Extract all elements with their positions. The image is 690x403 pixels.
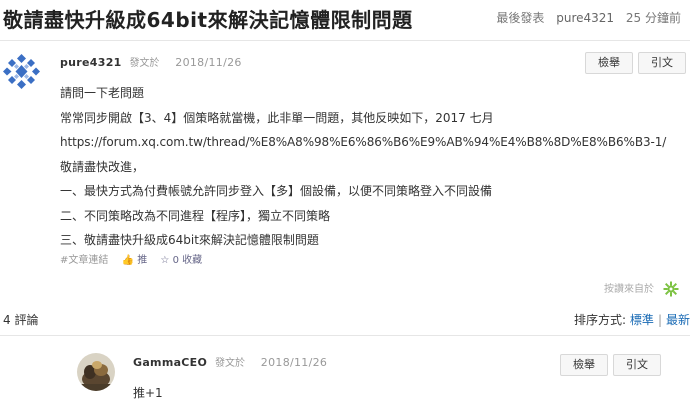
quote-button[interactable]: 引文	[613, 354, 661, 376]
comment-username[interactable]: GammaCEO	[133, 356, 207, 369]
likes-from: 按讚來自於	[604, 280, 679, 297]
post-line: 三、敬請盡快升級成64bit來解決記憶體限制問題	[60, 233, 319, 247]
post-line: 請問一下老問題	[60, 86, 145, 100]
report-button[interactable]: 檢舉	[560, 354, 608, 376]
last-post-user[interactable]: pure4321	[556, 11, 614, 25]
sort-label: 排序方式:	[574, 313, 627, 327]
permalink[interactable]: #文章連結	[60, 255, 108, 266]
post-username[interactable]: pure4321	[60, 56, 122, 69]
sort-standard[interactable]: 標準	[630, 313, 654, 327]
push-button[interactable]: 👍 推	[122, 255, 151, 266]
post-link[interactable]: https://forum.xq.com.tw/thread/%E8%A8%98…	[60, 130, 666, 155]
thread-title: 敬請盡快升級成64bit來解決記憶體限制問題	[3, 8, 413, 32]
last-post-label: 最後發表	[496, 11, 545, 25]
last-post-time: 25 分鐘前	[625, 11, 681, 25]
gear-icon[interactable]	[663, 281, 679, 297]
post-author-line: pure4321 發文於 2018/11/26	[60, 54, 242, 69]
last-post-info: 最後發表 pure4321 25 分鐘前	[488, 9, 681, 26]
comment-author-line: GammaCEO 發文於 2018/11/26	[133, 354, 327, 369]
avatar[interactable]	[77, 353, 115, 391]
posted-at-label: 發文於	[129, 58, 160, 69]
posted-at-label: 發文於	[214, 358, 245, 369]
report-button[interactable]: 檢舉	[585, 52, 633, 74]
comment: GammaCEO 發文於 2018/11/26 檢舉 引文 推+1	[0, 336, 690, 403]
comment-bar: 4 評論 排序方式: 標準 | 最新	[0, 307, 690, 333]
push-label: 推	[137, 255, 148, 266]
post-line: 敬請盡快改進，	[60, 159, 145, 174]
comment-text: 推+1	[133, 386, 163, 400]
sort-latest[interactable]: 最新	[666, 313, 690, 327]
post-line: 二、不同策略改為不同進程【程序】，獨立不同策略	[60, 208, 331, 223]
thumbs-up-icon: 👍	[121, 255, 135, 266]
post-line: 常常同步開啟【3、4】個策略就當機，此非單一問題，其他反映如下，2017 七月	[60, 110, 494, 125]
divider	[0, 40, 690, 41]
thread-header: 敬請盡快升級成64bit來解決記憶體限制問題 最後發表 pure4321 25 …	[0, 0, 690, 38]
post-date: 2018/11/26	[175, 56, 242, 69]
comment-date: 2018/11/26	[260, 356, 328, 369]
avatar[interactable]	[3, 53, 40, 90]
sort-options: 排序方式: 標準 | 最新	[574, 311, 690, 328]
star-icon: ☆	[160, 255, 170, 266]
post-line: 一、最快方式為付費帳號允許同步登入【多】個設備，以便不同策略登入不同設備	[60, 184, 493, 198]
post-body: 請問一下老問題 常常同步開啟【3、4】個策略就當機，此非單一問題，其他反映如下，…	[60, 81, 666, 253]
sort-separator: |	[657, 313, 662, 327]
likes-from-label: 按讚來自於	[604, 284, 654, 295]
favorite-label: 收藏	[182, 255, 203, 266]
comment-count: 4 評論	[3, 313, 39, 327]
post-actions: #文章連結 👍 推 ☆ 0 收藏	[60, 251, 202, 266]
favorite-count: 0	[172, 255, 179, 266]
quote-button[interactable]: 引文	[638, 52, 686, 74]
favorite-button[interactable]: ☆ 0 收藏	[160, 255, 202, 266]
